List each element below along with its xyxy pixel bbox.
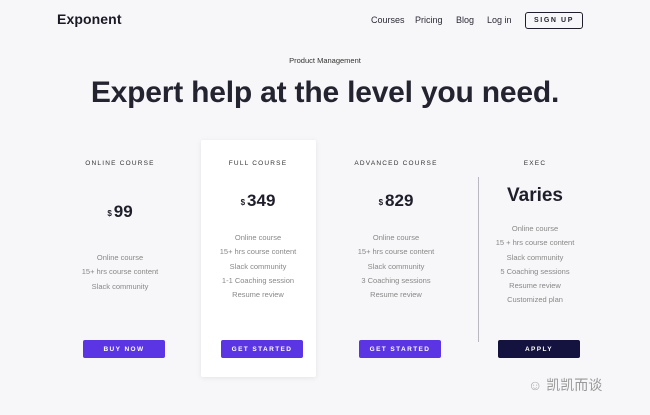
- currency-symbol: $: [107, 208, 112, 218]
- price-amount: 99: [113, 202, 133, 221]
- nav-login[interactable]: Log in: [487, 15, 512, 25]
- feature-item: Slack community: [367, 261, 425, 271]
- feature-item: Resume review: [370, 290, 422, 300]
- feature-item: Slack community: [91, 281, 149, 291]
- price-amount: 349: [247, 191, 276, 210]
- feature-item: Slack community: [229, 261, 287, 271]
- get-started-button[interactable]: GET STARTED: [359, 340, 441, 358]
- feature-item: 15+ hrs course content: [219, 247, 297, 257]
- feature-item: Customized plan: [507, 295, 563, 305]
- nav-pricing[interactable]: Pricing: [415, 15, 443, 25]
- feature-item: Resume review: [232, 290, 284, 300]
- get-started-button[interactable]: GET STARTED: [221, 340, 303, 358]
- page-title: Expert help at the level you need.: [90, 76, 560, 109]
- feature-item: 5 Coaching sessions: [500, 266, 570, 276]
- plan-price: $ 99: [62, 202, 178, 222]
- plan-full-course: FULL COURSE $ 349 Online course 15+ hrs …: [200, 160, 316, 360]
- feature-list: Online course 15+ hrs course content Sla…: [338, 231, 454, 302]
- currency-symbol: $: [240, 197, 246, 207]
- feature-item: 1-1 Coaching session: [221, 275, 295, 285]
- wechat-icon: ☺: [528, 377, 543, 393]
- plan-name: FULL COURSE: [228, 160, 288, 167]
- feature-item: Online course: [372, 233, 420, 242]
- feature-item: 15 + hrs course content: [495, 238, 575, 248]
- sign-up-button[interactable]: SIGN UP: [525, 12, 583, 29]
- feature-item: 3 Coaching sessions: [361, 275, 431, 285]
- nav-blog[interactable]: Blog: [456, 15, 474, 25]
- feature-item: Online course: [96, 253, 144, 262]
- watermark: ☺ 凯凯而谈: [528, 375, 602, 395]
- feature-item: Slack community: [506, 252, 564, 262]
- currency-symbol: $: [378, 197, 384, 207]
- plan-name: ADVANCED COURSE: [354, 160, 438, 167]
- price-text: Varies: [507, 185, 563, 206]
- plan-price: Varies: [477, 185, 593, 207]
- buy-now-button[interactable]: BUY NOW: [83, 340, 165, 358]
- plan-exec: EXEC Varies Online course 15 + hrs cours…: [477, 160, 593, 360]
- feature-item: Online course: [234, 233, 282, 242]
- apply-button[interactable]: APPLY: [498, 340, 580, 358]
- plan-name: EXEC: [523, 160, 547, 167]
- feature-item: 15+ hrs course content: [357, 247, 435, 257]
- feature-item: Online course: [511, 224, 559, 233]
- page-eyebrow: Product Management: [289, 56, 361, 65]
- feature-list: Online course 15+ hrs course content Sla…: [200, 231, 316, 302]
- nav-courses[interactable]: Courses: [371, 15, 405, 25]
- feature-item: Resume review: [509, 281, 561, 291]
- price-amount: 829: [385, 191, 414, 210]
- watermark-text: 凯凯而谈: [546, 377, 603, 393]
- feature-item: 15+ hrs course content: [81, 267, 159, 277]
- plan-online-course: ONLINE COURSE $ 99 Online course 15+ hrs…: [62, 160, 178, 360]
- feature-list: Online course 15 + hrs course content Sl…: [477, 222, 593, 308]
- site-header: Exponent Courses Pricing Blog Log in SIG…: [0, 0, 650, 40]
- feature-list: Online course 15+ hrs course content Sla…: [62, 251, 178, 294]
- plan-price: $ 829: [338, 191, 454, 211]
- plan-price: $ 349: [200, 191, 316, 211]
- plan-advanced-course: ADVANCED COURSE $ 829 Online course 15+ …: [338, 160, 454, 360]
- plan-name: ONLINE COURSE: [85, 160, 155, 167]
